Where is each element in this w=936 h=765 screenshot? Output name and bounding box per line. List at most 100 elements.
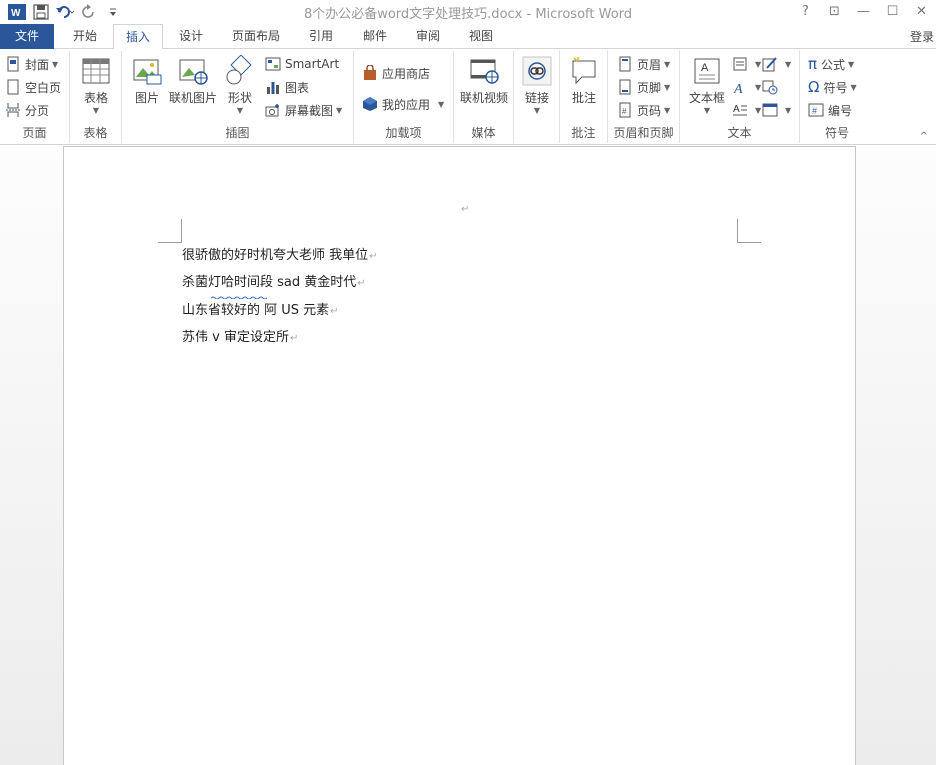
textbox-icon: A	[694, 58, 720, 84]
group-label-pages: 页面	[22, 126, 47, 140]
paragraph-mark: ↵	[369, 251, 378, 262]
drop-cap-button[interactable]: A ▼	[732, 100, 761, 120]
cover-page-icon	[7, 56, 19, 72]
quick-parts-button[interactable]: ▼	[732, 54, 761, 74]
smartart-button[interactable]: SmartArt	[265, 54, 339, 74]
document-page[interactable]: ↵ 很骄傲的好时机夸大老师 我单位↵ 杀菌灯哈时间段 sad 黄金时代↵ 山东省…	[63, 146, 856, 765]
tab-home[interactable]: 开始	[60, 24, 110, 49]
signature-line-button[interactable]: ▼	[762, 54, 791, 74]
title-bar: W 8个办公必备word文字处理技巧.docx - Microsoft Word…	[0, 0, 936, 24]
comment-label: 批注	[571, 91, 596, 105]
online-picture-button[interactable]: 联机图片	[168, 55, 218, 106]
online-picture-label: 联机图片	[168, 91, 217, 105]
ribbon: 封面 ▼ 空白页 分页 页面 表格 ▼ 表格 图片 联机图片 形状 ▼ Smar…	[0, 49, 936, 145]
store-button[interactable]: 应用商店	[362, 63, 430, 83]
number-label: 编号	[828, 103, 853, 118]
group-links: 链接 ▼	[514, 51, 560, 143]
cover-page-label: 封面	[25, 57, 50, 72]
document-line[interactable]: 山东省较好的 阿 US 元素↵	[182, 299, 339, 318]
group-label-header-footer: 页眉和页脚	[613, 126, 674, 140]
page-number-label: 页码	[637, 103, 662, 118]
online-picture-icon	[179, 59, 208, 85]
online-video-label: 联机视频	[459, 91, 508, 105]
tab-review[interactable]: 审阅	[405, 24, 451, 49]
my-apps-label: 我的应用	[382, 97, 431, 112]
comment-button[interactable]: 批注	[566, 55, 602, 106]
group-illustrations: 图片 联机图片 形状 ▼ SmartArt 图表 屏幕截图 ▼ 插图	[122, 51, 354, 143]
group-label-comments: 批注	[571, 126, 596, 140]
pi-icon: π	[808, 55, 818, 73]
help-button[interactable]: ?	[791, 0, 820, 22]
online-video-button[interactable]: 联机视频	[457, 55, 511, 106]
ribbon-display-button[interactable]: ⊡	[820, 0, 849, 22]
tab-view[interactable]: 视图	[458, 24, 504, 49]
picture-icon	[133, 59, 162, 85]
chart-button[interactable]: 图表	[265, 77, 309, 97]
screenshot-icon	[265, 104, 279, 117]
date-time-button[interactable]	[762, 77, 782, 97]
page-break-icon	[6, 103, 20, 117]
paragraph-mark: ↵	[289, 333, 299, 344]
number-icon: #	[808, 103, 824, 117]
document-line[interactable]: 很骄傲的好时机夸大老师 我单位↵	[182, 244, 378, 263]
omega-icon: Ω	[808, 78, 820, 96]
quick-parts-icon	[733, 57, 747, 71]
blank-page-label: 空白页	[25, 80, 62, 95]
cover-page-button[interactable]: 封面 ▼	[5, 54, 58, 74]
group-symbols: π 公式 ▼ Ω 符号 ▼ # 编号 符号	[800, 51, 874, 143]
store-label: 应用商店	[382, 66, 431, 81]
maximize-button[interactable]: ☐	[878, 0, 907, 22]
close-button[interactable]: ✕	[907, 0, 936, 22]
minimize-button[interactable]: —	[849, 0, 878, 22]
wordart-icon: A	[733, 82, 743, 95]
tab-layout[interactable]: 页面布局	[222, 24, 290, 49]
group-media: 联机视频 媒体	[454, 51, 514, 143]
blank-page-button[interactable]: 空白页	[5, 77, 61, 97]
document-line[interactable]: 苏伟 v 审定设定所↵	[182, 326, 298, 345]
footer-button[interactable]: 页脚 ▼	[617, 77, 670, 97]
equation-button[interactable]: π 公式 ▼	[808, 54, 854, 74]
my-apps-button[interactable]: 我的应用 ▼	[362, 94, 444, 114]
equation-label: 公式	[821, 57, 846, 72]
document-line[interactable]: 杀菌灯哈时间段 sad 黄金时代↵	[182, 271, 366, 290]
spelling-squiggle	[210, 288, 268, 300]
table-button[interactable]: 表格 ▼	[78, 55, 114, 115]
tab-insert[interactable]: 插入	[113, 24, 163, 50]
tab-design[interactable]: 设计	[168, 24, 214, 49]
shapes-button[interactable]: 形状 ▼	[222, 55, 258, 115]
group-tables: 表格 ▼ 表格	[70, 51, 122, 143]
page-break-button[interactable]: 分页	[5, 100, 49, 120]
header-button[interactable]: 页眉 ▼	[617, 54, 670, 74]
paragraph-mark: ↵	[330, 306, 339, 317]
object-button[interactable]: ▼	[762, 100, 791, 120]
textbox-button[interactable]: A 文本框 ▼	[685, 55, 729, 115]
svg-text:#: #	[622, 107, 627, 116]
picture-button[interactable]: 图片	[130, 55, 164, 106]
symbol-button[interactable]: Ω 符号 ▼	[808, 77, 857, 97]
wordart-button[interactable]: A ▼	[732, 77, 761, 97]
collapse-ribbon-icon[interactable]: ^	[920, 131, 928, 142]
object-icon	[762, 103, 778, 117]
tab-file[interactable]: 文件	[0, 24, 54, 49]
tab-mailings[interactable]: 邮件	[352, 24, 398, 49]
online-video-icon	[470, 59, 499, 84]
tab-references[interactable]: 引用	[298, 24, 344, 49]
number-button[interactable]: # 编号	[808, 100, 852, 120]
svg-text:#: #	[812, 106, 817, 116]
link-button[interactable]: 链接 ▼	[519, 55, 555, 115]
svg-text:A: A	[733, 104, 740, 115]
textbox-label: 文本框	[688, 91, 725, 105]
sign-in-link[interactable]: 登录	[910, 28, 934, 45]
table-label: 表格	[83, 91, 108, 105]
page-number-icon: #	[619, 102, 631, 118]
screenshot-button[interactable]: 屏幕截图 ▼	[265, 100, 342, 120]
line-text: 很骄傲的好时机夸大老师 我单位	[182, 248, 369, 263]
drop-cap-icon: A	[733, 104, 747, 116]
smartart-label: SmartArt	[285, 57, 340, 71]
page-number-button[interactable]: # 页码 ▼	[617, 100, 670, 120]
picture-label: 图片	[134, 91, 159, 105]
chart-label: 图表	[285, 80, 310, 95]
crop-mark-left	[158, 219, 182, 243]
header-paragraph-mark: ↵	[461, 204, 470, 215]
svg-text:A: A	[733, 82, 743, 95]
